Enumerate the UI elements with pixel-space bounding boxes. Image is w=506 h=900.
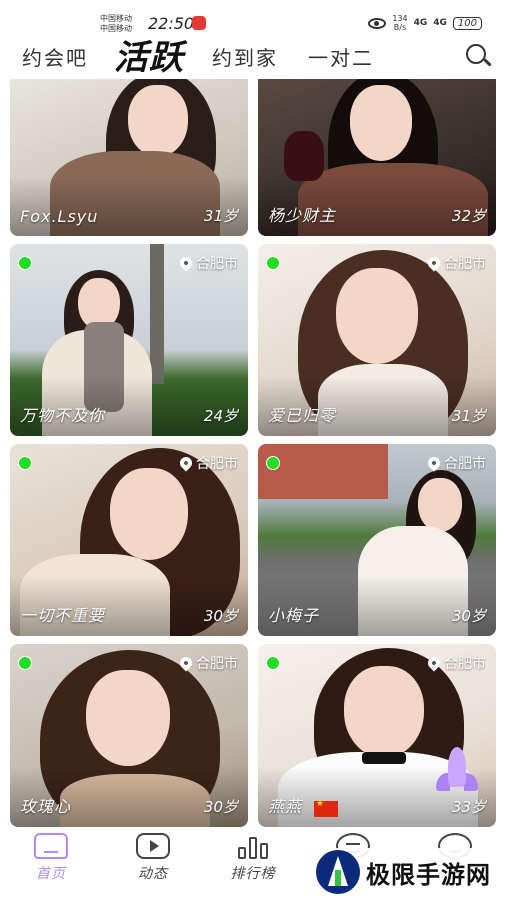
profile-name: 杨少财主 — [268, 206, 337, 225]
signal-icon-1: 4G — [413, 18, 428, 28]
profile-age: 32岁 — [451, 207, 486, 225]
profile-location: 合肥市 — [177, 253, 238, 273]
location-pin-icon — [177, 254, 195, 272]
profile-card[interactable]: 合肥市 爱已归零 31岁 — [258, 244, 496, 436]
profile-name: 爱已归零 — [268, 406, 337, 425]
online-status-indicator — [18, 656, 32, 670]
profile-name: 玫瑰心 — [20, 797, 72, 816]
location-text: 合肥市 — [196, 256, 238, 272]
profile-age: 30岁 — [203, 798, 238, 816]
profile-location: 合肥市 — [177, 653, 238, 673]
nav-feed[interactable]: 动态 — [118, 833, 188, 883]
china-flag-icon — [314, 799, 338, 817]
top-tab-bar: 约会吧 活跃 约到家 一对二 — [0, 30, 506, 80]
profile-card[interactable]: 合肥市 一切不重要 30岁 — [10, 444, 248, 636]
profile-age: 24岁 — [203, 407, 238, 425]
tab-one-on-two[interactable]: 一对二 — [308, 42, 374, 71]
profile-location: 合肥市 — [425, 653, 486, 673]
location-text: 合肥市 — [196, 456, 238, 472]
nav-ranking-label: 排行榜 — [230, 866, 276, 882]
profile-age: 33岁 — [451, 798, 486, 816]
online-status-indicator — [266, 256, 280, 270]
tab-active[interactable]: 活跃 — [114, 30, 184, 79]
location-text: 合肥市 — [444, 656, 486, 672]
profile-age: 30岁 — [451, 607, 486, 625]
profile-grid[interactable]: Fox.Lsyu 31岁 杨少财主 32岁 合肥市 万物不及你 24岁 合肥市 … — [10, 79, 496, 827]
carrier-1: 中国移动 — [100, 14, 132, 23]
notification-app-icon — [192, 16, 206, 30]
search-button[interactable] — [464, 42, 492, 70]
profile-age: 30岁 — [203, 607, 238, 625]
online-status-indicator — [18, 256, 32, 270]
battery-icon: 100 — [452, 16, 482, 30]
location-pin-icon — [425, 454, 443, 472]
nav-home-label: 首页 — [36, 866, 66, 882]
tab-home-visit[interactable]: 约到家 — [212, 42, 278, 71]
profile-card[interactable]: 合肥市 燕燕 33岁 — [258, 644, 496, 827]
location-text: 合肥市 — [444, 256, 486, 272]
rocket-icon[interactable] — [436, 747, 478, 801]
search-icon-handle — [483, 58, 492, 67]
play-icon — [136, 833, 170, 859]
location-pin-icon — [177, 654, 195, 672]
profile-card[interactable]: 合肥市 玫瑰心 30岁 — [10, 644, 248, 827]
profile-name: 小梅子 — [268, 606, 320, 625]
profile-age: 31岁 — [451, 407, 486, 425]
network-speed-value: 134 — [392, 14, 408, 23]
profile-location: 合肥市 — [177, 453, 238, 473]
watermark-text: 极限手游网 — [366, 860, 491, 889]
profile-name: 燕燕 — [268, 797, 303, 816]
profile-card[interactable]: 合肥市 万物不及你 24岁 — [10, 244, 248, 436]
home-icon — [34, 833, 68, 859]
online-status-indicator — [18, 456, 32, 470]
watermark: 极限手游网 — [314, 848, 499, 896]
nav-ranking[interactable]: 排行榜 — [218, 833, 288, 883]
profile-location: 合肥市 — [425, 253, 486, 273]
tab-dating[interactable]: 约会吧 — [22, 42, 88, 71]
location-pin-icon — [177, 454, 195, 472]
profile-location: 合肥市 — [425, 453, 486, 473]
profile-card[interactable]: 合肥市 小梅子 30岁 — [258, 444, 496, 636]
profile-card[interactable]: Fox.Lsyu 31岁 — [10, 79, 248, 236]
location-text: 合肥市 — [196, 656, 238, 672]
profile-name: 一切不重要 — [20, 606, 106, 625]
profile-name: 万物不及你 — [20, 406, 106, 425]
location-pin-icon — [425, 254, 443, 272]
profile-name: Fox.Lsyu — [20, 207, 99, 226]
location-text: 合肥市 — [444, 456, 486, 472]
profile-age: 31岁 — [203, 207, 238, 225]
signal-icon-2: 4G — [433, 18, 447, 28]
online-status-indicator — [266, 656, 280, 670]
nav-home[interactable]: 首页 — [16, 833, 86, 883]
watermark-logo-icon — [316, 850, 360, 894]
profile-card[interactable]: 杨少财主 32岁 — [258, 79, 496, 236]
eye-comfort-icon — [368, 17, 387, 29]
location-pin-icon — [425, 654, 443, 672]
bar-chart-icon — [236, 833, 270, 859]
nav-feed-label: 动态 — [138, 866, 168, 882]
online-status-indicator — [266, 456, 280, 470]
